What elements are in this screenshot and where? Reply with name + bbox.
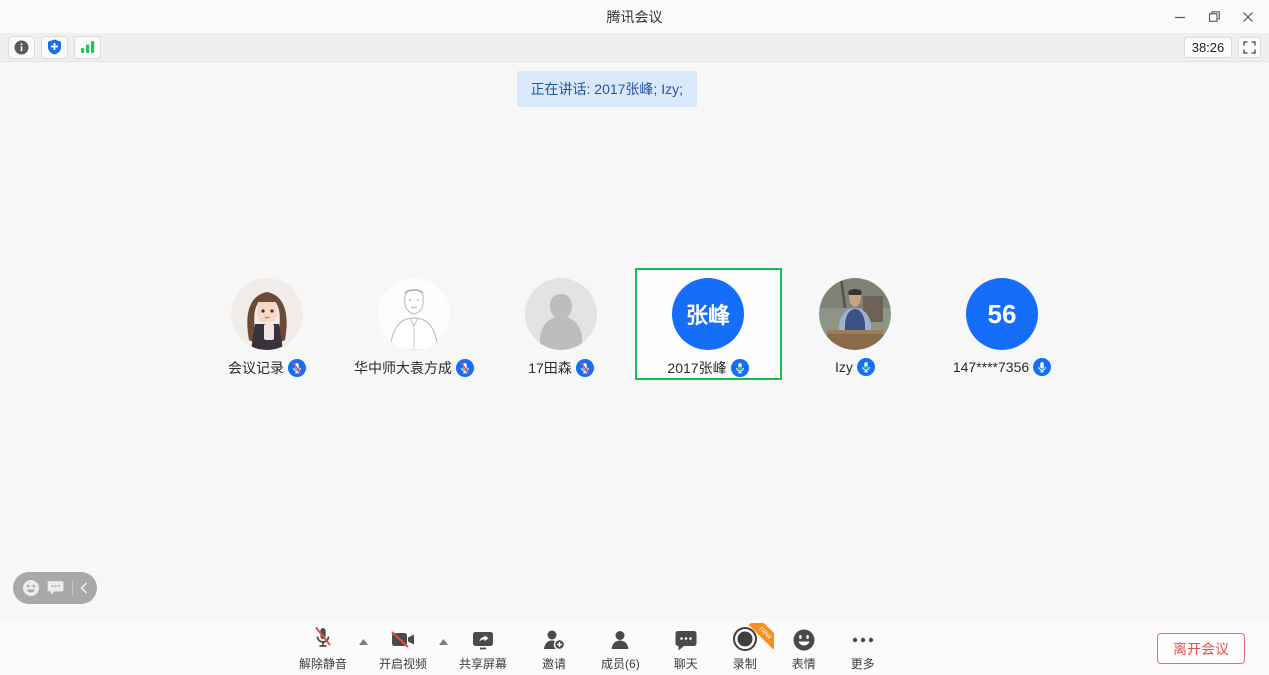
meeting-stage: 正在讲话: 2017张峰; Izy; 会议记录 [0,63,1269,620]
mic-speaking-badge-icon [731,359,749,377]
toolbar-label: 聊天 [674,655,698,672]
restore-button[interactable] [1201,5,1227,29]
participant-tile[interactable]: 17田森 [488,268,635,380]
meeting-info-icon[interactable] [8,36,35,59]
participant-name-row: 17田森 [528,358,594,378]
chat-bubble-icon[interactable] [47,580,65,596]
record-icon [732,626,758,652]
unmute-button[interactable]: 解除静音 [295,626,351,672]
avatar-default-silhouette [525,278,597,350]
toolbar-items: 解除静音 开启视频 [295,620,880,672]
share-screen-icon [470,626,496,652]
reactions-button[interactable]: 表情 [788,626,820,672]
close-button[interactable] [1235,5,1261,29]
chat-icon [674,626,698,652]
meeting-window: 腾讯会议 [0,0,1269,675]
participant-name: 147****7356 [953,359,1029,375]
invite-button[interactable]: 邀请 [537,626,571,672]
participant-grid: 会议记录 [0,268,1269,380]
toolbar-label: 解除静音 [299,655,347,672]
meeting-timer: 38:26 [1184,37,1232,58]
status-icons [8,36,101,59]
participant-name: 17田森 [528,358,572,378]
mic-muted-icon [311,626,335,652]
participant-name-row: Izy [835,358,875,376]
participant-name: 会议记录 [228,358,284,378]
camera-off-icon [389,626,417,652]
titlebar: 腾讯会议 [0,0,1269,33]
share-screen-button[interactable]: 共享屏幕 [455,626,511,672]
start-video-button[interactable]: 开启视频 [375,626,431,672]
avatar-initials: 56 [966,278,1038,350]
participant-tile[interactable]: 华中师大袁方成 [341,268,488,380]
avatar-initials: 张峰 [672,278,744,350]
bottom-toolbar: 解除静音 开启视频 [0,620,1269,675]
status-right: 38:26 [1184,37,1261,58]
mic-options-caret[interactable] [354,629,372,655]
participant-name-row: 会议记录 [228,358,306,378]
chat-button[interactable]: 聊天 [670,626,702,672]
video-options-caret[interactable] [434,629,452,655]
leave-meeting-button[interactable]: 离开会议 [1157,633,1245,664]
toolbar-label: 成员(6) [601,655,640,672]
more-button[interactable]: 更多 [846,626,880,672]
participant-name-row: 华中师大袁方成 [354,358,474,378]
members-button[interactable]: 成员(6) [597,626,644,672]
toolbar-label: 录制 [733,655,757,672]
participant-name: 2017张峰 [667,358,726,378]
mic-muted-badge-icon [576,359,594,377]
participant-name-row: 147****7356 [953,358,1051,376]
toolbar-label: 邀请 [542,655,566,672]
participant-name-row: 2017张峰 [667,358,748,378]
participant-name: Izy [835,359,853,375]
avatar-initials-text: 张峰 [686,298,730,330]
collapse-chevron-icon[interactable] [80,582,88,594]
toolbar-label: 开启视频 [379,655,427,672]
emoji-icon [792,626,816,652]
window-controls [1167,0,1261,33]
active-speaker-banner: 正在讲话: 2017张峰; Izy; [517,71,697,107]
participant-tile[interactable]: 会议记录 [194,268,341,380]
participant-name: 华中师大袁方成 [354,358,452,378]
record-button[interactable]: new 录制 [728,626,762,672]
more-icon [850,626,876,652]
fullscreen-icon[interactable] [1238,37,1261,58]
avatar-photo-man [819,278,891,350]
toolbar-label: 表情 [792,655,816,672]
avatar-initials-text: 56 [988,299,1017,330]
mic-speaking-badge-icon [857,358,875,376]
avatar-illustration-girl [231,278,303,350]
toolbar-label: 更多 [851,655,875,672]
security-shield-icon[interactable] [41,36,68,59]
mic-muted-badge-icon [456,359,474,377]
network-signal-icon[interactable] [74,36,101,59]
avatar-sketch-man [378,278,450,350]
mic-unmuted-badge-icon [1033,358,1051,376]
reaction-pill[interactable] [13,572,97,604]
statusbar: 38:26 [0,33,1269,62]
participant-tile[interactable]: Izy [782,268,929,380]
participant-tile[interactable]: 56 147****7356 [929,268,1076,380]
toolbar-label: 共享屏幕 [459,655,507,672]
mic-muted-badge-icon [288,359,306,377]
app-title: 腾讯会议 [607,7,663,27]
members-icon [608,626,632,652]
invite-icon [541,626,567,652]
pill-divider [72,580,73,596]
emoji-icon[interactable] [22,579,40,597]
minimize-button[interactable] [1167,5,1193,29]
participant-tile-active-speaker[interactable]: 张峰 2017张峰 [635,268,782,380]
